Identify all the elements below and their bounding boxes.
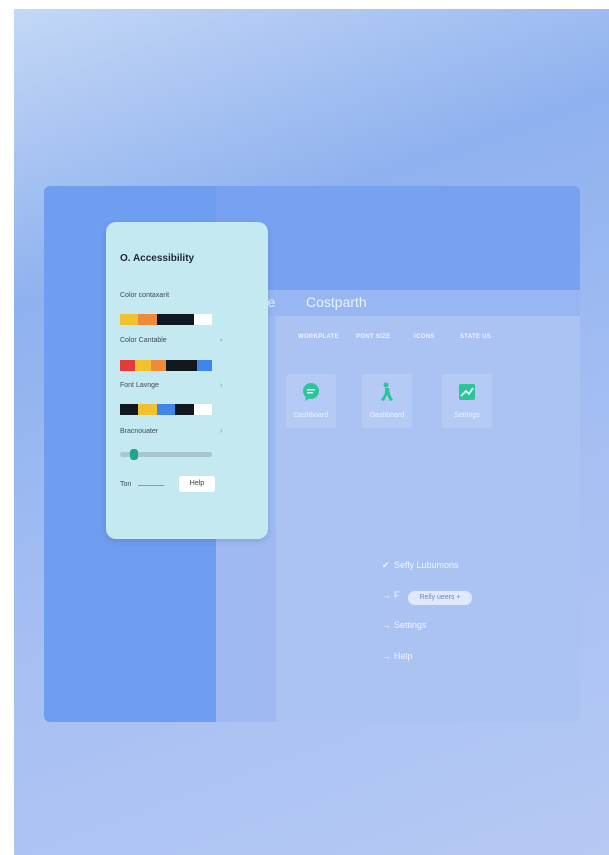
tab-workplate[interactable]: WORKPLATE (298, 334, 339, 340)
color-contrast-swatches[interactable] (120, 314, 212, 325)
list-item-label: Settings (394, 620, 427, 630)
tile-settings[interactable]: Settings (442, 374, 492, 428)
chevron-right-icon[interactable]: › (220, 337, 222, 344)
arrow-right-icon: → (382, 651, 391, 661)
check-icon: ✔ (382, 560, 390, 570)
tab-state-us[interactable]: STATE US (460, 334, 491, 340)
color-swatch[interactable] (165, 360, 182, 371)
color-swatch[interactable] (181, 360, 197, 371)
color-swatch[interactable] (150, 360, 166, 371)
tile-label: Settings (454, 412, 480, 419)
tab-icons[interactable]: ICONS (414, 334, 435, 340)
color-swatch[interactable] (120, 314, 139, 325)
field-label-font-lavnge: Font Lavnge (120, 382, 159, 389)
list-item-label: F (394, 590, 400, 600)
divider (138, 485, 164, 486)
tile-label: Dashboard (369, 412, 405, 419)
list-item[interactable]: → F (382, 590, 400, 600)
color-swatch[interactable] (193, 314, 212, 325)
footer-label: Ton (120, 481, 132, 488)
color-swatch[interactable] (175, 404, 194, 415)
top-navbar: Home Costparth (216, 290, 580, 316)
color-swatch[interactable] (120, 404, 139, 415)
list-item[interactable]: → Settings (382, 620, 427, 630)
list-item[interactable]: ✔ Sefly Lubumons (382, 560, 459, 571)
font-lavnge-swatches[interactable] (120, 404, 212, 415)
chat-bubble-icon (303, 383, 319, 401)
tooltip-chip[interactable]: Relly ueers + (408, 591, 472, 605)
field-label-color-contrast: Color contaxarit (120, 292, 170, 299)
chevron-right-icon[interactable]: › (220, 428, 222, 435)
nav-link-costparth[interactable]: Costparth (306, 294, 367, 310)
arrow-right-icon: → (382, 590, 391, 600)
color-swatch[interactable] (138, 404, 157, 415)
tile-dashboard[interactable]: Dashboard (286, 374, 336, 428)
tile-dashboard-2[interactable]: Dashboard (362, 374, 412, 428)
help-button[interactable]: Help (179, 476, 215, 492)
slider-thumb[interactable] (129, 449, 138, 460)
color-swatch[interactable] (175, 314, 194, 325)
field-label-bracnouater: Bracnouater (120, 428, 159, 435)
chart-image-icon (459, 384, 475, 400)
color-swatch[interactable] (156, 404, 176, 415)
arrow-right-icon: → (382, 620, 391, 630)
panel-title: O. Accessibility (120, 253, 195, 264)
color-swatch[interactable] (193, 404, 212, 415)
color-cantable-swatches[interactable] (120, 360, 212, 371)
color-swatch[interactable] (138, 314, 157, 325)
list-item[interactable]: → Help (382, 651, 413, 661)
chevron-right-icon[interactable]: › (220, 382, 222, 389)
person-walking-icon (381, 382, 393, 401)
tile-label: Dashboard (293, 412, 329, 419)
list-item-label: Help (394, 651, 413, 661)
tab-pont-size[interactable]: PONT SIZE (356, 334, 390, 340)
color-swatch[interactable] (196, 360, 212, 371)
color-swatch[interactable] (120, 360, 136, 371)
color-swatch[interactable] (135, 360, 151, 371)
color-swatch[interactable] (156, 314, 176, 325)
header-band (216, 186, 580, 290)
list-item-label: Sefly Lubumons (394, 560, 459, 570)
accessibility-panel: O. Accessibility Color contaxarit Color … (106, 222, 268, 539)
field-label-color-cantable: Color Cantable (120, 337, 167, 344)
